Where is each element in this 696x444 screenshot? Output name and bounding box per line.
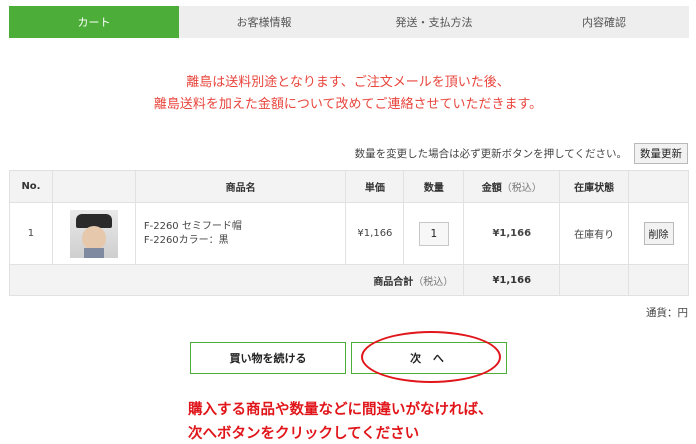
row-quantity-cell: 1	[403, 202, 465, 265]
guide-line-2: 次へボタンをクリックしてください	[188, 426, 420, 442]
header-quantity: 数量	[403, 170, 465, 203]
subtotal-empty-action	[628, 264, 689, 296]
header-action	[628, 170, 689, 203]
row-action-cell: 削除	[628, 202, 689, 265]
product-thumbnail[interactable]	[69, 209, 118, 258]
product-face-shape	[81, 225, 106, 250]
update-quantity-button[interactable]: 数量更新	[634, 143, 688, 164]
notice-line-1: 離島は送料別途となります、ご注文メールを頂いた後、	[186, 75, 510, 90]
subtotal-value: ¥1,166	[463, 264, 561, 296]
product-neck-shape	[83, 247, 104, 258]
step-confirm: 内容確認	[582, 16, 626, 29]
step-customer-info: お客様情報	[236, 16, 292, 29]
row-no: 1	[9, 202, 53, 265]
quantity-input[interactable]: 1	[418, 221, 449, 246]
subtotal-label-cell: 商品合計（税込）	[8, 264, 465, 296]
header-amount-label: 金額	[481, 183, 502, 194]
row-amount: ¥1,166	[463, 202, 561, 265]
table-row: 1 F-2260 セミフード帽 F-2260カラー：黒 ¥1,166 1 ¥1,…	[9, 202, 689, 265]
step-shipping-payment: 発送・支払方法	[395, 16, 473, 29]
checkout-steps: カート お客様情報 発送・支払方法 内容確認	[9, 6, 689, 38]
subtotal-label: 商品合計	[373, 276, 414, 288]
header-amount-tax: （税込）	[501, 183, 542, 194]
guide-line-1: 購入する商品や数量などに間違いがなければ、	[188, 402, 493, 418]
step-cart: カート	[9, 6, 179, 38]
island-shipping-notice: 離島は送料別途となります、ご注文メールを頂いた後、 離島送料を加えた金額について…	[0, 72, 696, 116]
next-button[interactable]: 次 へ	[351, 342, 507, 374]
row-stock: 在庫有り	[559, 202, 630, 265]
header-image	[51, 170, 136, 203]
header-amount: 金額（税込）	[463, 170, 561, 203]
update-quantity-row: 数量を変更した場合は必ず更新ボタンを押してください。 数量更新	[355, 143, 688, 164]
update-hint-text: 数量を変更した場合は必ず更新ボタンを押してください。	[354, 148, 627, 160]
row-image-cell	[51, 202, 136, 265]
notice-line-2: 離島送料を加えた金額について改めてご連絡させていただきます。	[153, 97, 543, 112]
table-header-row: No. 商品名 単価 数量 金額（税込） 在庫状態	[9, 170, 689, 203]
delete-button[interactable]: 削除	[643, 222, 674, 245]
row-product-name: F-2260 セミフード帽 F-2260カラー：黒	[134, 202, 347, 265]
header-no: No.	[9, 170, 53, 203]
subtotal-row: 商品合計（税込） ¥1,166	[8, 264, 689, 296]
cart-table: No. 商品名 単価 数量 金額（税込） 在庫状態 1 F-2260 セミフード…	[8, 170, 689, 296]
header-unit-price: 単価	[345, 170, 405, 203]
subtotal-tax-label: （税込）	[413, 276, 454, 288]
currency-label: 通貨：円	[646, 307, 688, 319]
header-stock: 在庫状態	[559, 170, 630, 203]
row-unit-price: ¥1,166	[345, 202, 405, 265]
subtotal-empty-stock	[559, 264, 630, 296]
continue-shopping-button[interactable]: 買い物を続ける	[190, 342, 346, 374]
product-name[interactable]: F-2260 セミフード帽	[144, 220, 346, 234]
product-color: F-2260カラー：黒	[143, 234, 229, 246]
guide-text: 購入する商品や数量などに間違いがなければ、 次へボタンをクリックしてください	[188, 398, 493, 444]
header-product-name: 商品名	[134, 170, 347, 203]
